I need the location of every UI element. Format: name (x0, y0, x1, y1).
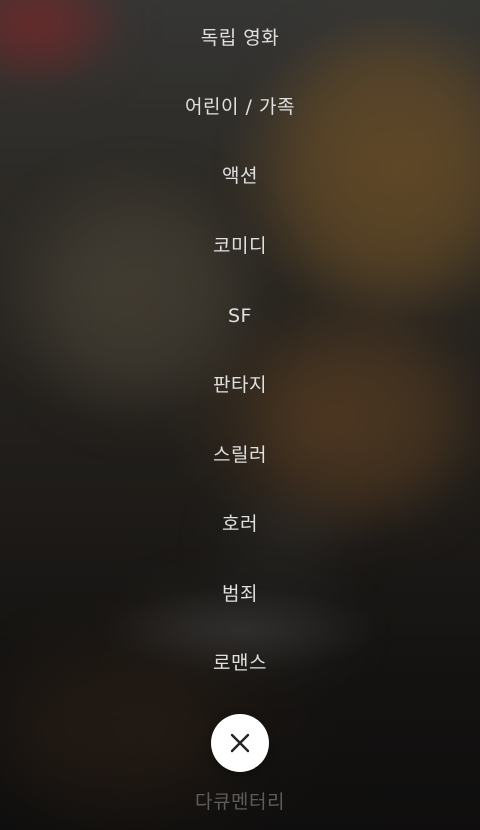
genre-item-sf[interactable]: SF (0, 296, 480, 336)
genre-menu: 독립 영화 어린이 / 가족 액션 코미디 SF 판타지 스릴러 호러 범죄 로… (0, 0, 480, 830)
genre-item-romance[interactable]: 로맨스 (0, 643, 480, 683)
genre-item-fantasy[interactable]: 판타지 (0, 365, 480, 405)
genre-item-thriller[interactable]: 스릴러 (0, 435, 480, 475)
close-icon (230, 733, 250, 753)
genre-item-action[interactable]: 액션 (0, 156, 480, 196)
genre-item-kids-family[interactable]: 어린이 / 가족 (0, 87, 480, 127)
genre-item-documentary[interactable]: 다큐멘터리 (0, 782, 480, 822)
genre-item-horror[interactable]: 호러 (0, 504, 480, 544)
close-button[interactable] (211, 714, 269, 772)
genre-item-crime[interactable]: 범죄 (0, 574, 480, 614)
genre-item-independent[interactable]: 독립 영화 (0, 18, 480, 58)
genre-item-comedy[interactable]: 코미디 (0, 226, 480, 266)
